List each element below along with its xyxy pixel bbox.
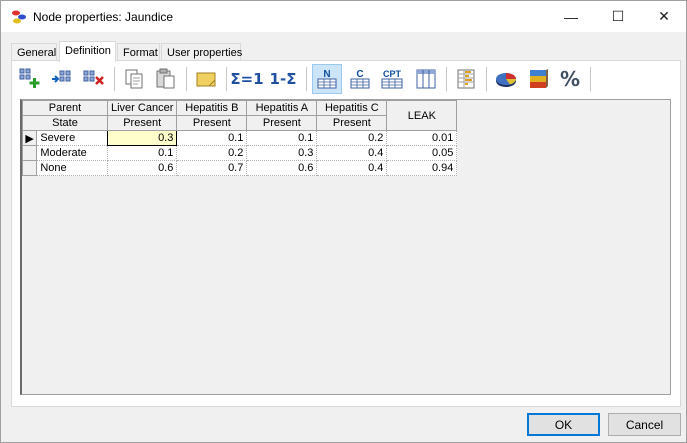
probability-cell[interactable]: 0.3 [106,130,178,146]
columns-icon [416,69,436,89]
probability-cell[interactable]: 0.1 [176,130,248,146]
toolbar-separator [486,67,487,91]
insert-state-icon [52,70,71,83]
add-state-button[interactable] [16,65,44,93]
network-node-icon [12,10,26,24]
toolbar-separator [590,67,591,91]
delete-state-icon [83,70,104,85]
complement-label: 1-Σ [269,70,297,88]
toolbar-separator [446,67,447,91]
cpt-grid: Parent Liver Cancer Hepatitis B Hepatiti… [20,99,671,395]
definition-toolbar: Σ=1 1-Σ N C CPT % [16,63,676,95]
probability-cell[interactable]: 0.4 [316,160,388,176]
tab-user-properties[interactable]: User properties [161,43,242,61]
title-bar: Node properties: Jaundice — ☐ ✕ [1,1,686,32]
probability-cell[interactable]: 0.6 [106,160,178,176]
column-state-header: Present [106,115,178,131]
toolbar-separator [226,67,227,91]
paste-button[interactable] [152,65,180,93]
column-parent-header: Hepatitis B [176,100,248,116]
percent-button[interactable]: % [556,65,584,93]
toolbar-separator [306,67,307,91]
leak-cell[interactable]: 0.05 [386,145,458,161]
column-parent-header: Liver Cancer [106,100,178,116]
complement-button[interactable]: 1-Σ [266,65,300,93]
leak-cell[interactable]: 0.94 [386,160,458,176]
parent-header-row: Parent Liver Cancer Hepatitis B Hepatiti… [22,100,458,131]
percent-icon: % [559,67,581,91]
view-noisy-max-button[interactable]: N [312,64,342,94]
paste-icon [156,68,175,89]
maximize-button[interactable]: ☐ [595,1,641,32]
column-parent-header: Hepatitis A [246,100,318,116]
n-label: N [323,69,330,80]
probability-cell[interactable]: 0.3 [246,145,318,161]
state-label[interactable]: None [36,160,108,176]
probability-cell[interactable]: 0.2 [176,145,248,161]
bar-graph-button[interactable] [452,65,480,93]
add-state-icon [19,68,40,88]
leak-header: LEAK [386,100,458,131]
cpt-table-icon: CPT [381,69,403,89]
pie-chart-button[interactable] [492,65,520,93]
probability-cell[interactable]: 0.1 [106,145,178,161]
table-row: ▶ Severe 0.3 0.1 0.1 0.2 0.01 [21,130,458,146]
normalize-label: Σ=1 [230,70,264,88]
node-properties-dialog: Node properties: Jaundice — ☐ ✕ General … [0,0,687,443]
leak-cell[interactable]: 0.01 [386,130,458,146]
tab-definition[interactable]: Definition [59,41,116,62]
cpt-table: Parent Liver Cancer Hepatitis B Hepatiti… [21,100,458,176]
probability-cell[interactable]: 0.6 [246,160,318,176]
bar-table-icon [457,69,475,89]
probability-cell[interactable]: 0.1 [246,130,318,146]
state-label[interactable]: Severe [36,130,108,146]
state-header-label: State [22,115,108,131]
toolbar-separator [186,67,187,91]
definition-panel: Σ=1 1-Σ N C CPT % Parent Liver Cancer He… [11,60,681,407]
column-state-header: Present [176,115,248,131]
column-state-header: Present [246,115,318,131]
probability-cell[interactable]: 0.4 [316,145,388,161]
close-button[interactable]: ✕ [641,1,687,32]
cancel-button[interactable]: Cancel [608,413,681,436]
delete-state-button[interactable] [80,65,108,93]
insert-state-button[interactable] [48,65,76,93]
noisy-max-table-icon: N [317,69,337,89]
pie-chart-icon [496,73,516,87]
toolbar-separator [114,67,115,91]
view-compound-button[interactable]: C [346,65,374,93]
compound-table-icon: C [350,69,370,89]
view-cpt-button[interactable]: CPT [378,65,406,93]
note-icon [196,72,216,87]
probability-cell[interactable]: 0.7 [176,160,248,176]
column-parent-header: Hepatitis C [316,100,388,116]
row-selector[interactable] [21,145,38,161]
columns-button[interactable] [412,65,440,93]
tab-format[interactable]: Format [117,43,160,61]
comment-button[interactable] [192,65,220,93]
stacked-chart-button[interactable] [524,65,552,93]
normalize-button[interactable]: Σ=1 [230,65,264,93]
row-selector[interactable] [21,160,38,176]
window-title: Node properties: Jaundice [33,10,174,24]
copy-button[interactable] [120,65,148,93]
copy-icon [125,69,143,89]
minimize-button[interactable]: — [548,1,594,32]
state-label[interactable]: Moderate [36,145,108,161]
c-label: C [356,69,363,80]
current-row-indicator[interactable]: ▶ [21,130,38,146]
probability-cell[interactable]: 0.2 [316,130,388,146]
ok-button[interactable]: OK [527,413,600,436]
table-row: Moderate 0.1 0.2 0.3 0.4 0.05 [21,145,458,161]
cpt-label: CPT [383,69,402,79]
table-row: None 0.6 0.7 0.6 0.4 0.94 [21,160,458,176]
stacked-chart-icon [530,69,548,88]
column-state-header: Present [316,115,388,131]
parent-header-label: Parent [22,100,108,116]
tab-general[interactable]: General [11,43,57,61]
